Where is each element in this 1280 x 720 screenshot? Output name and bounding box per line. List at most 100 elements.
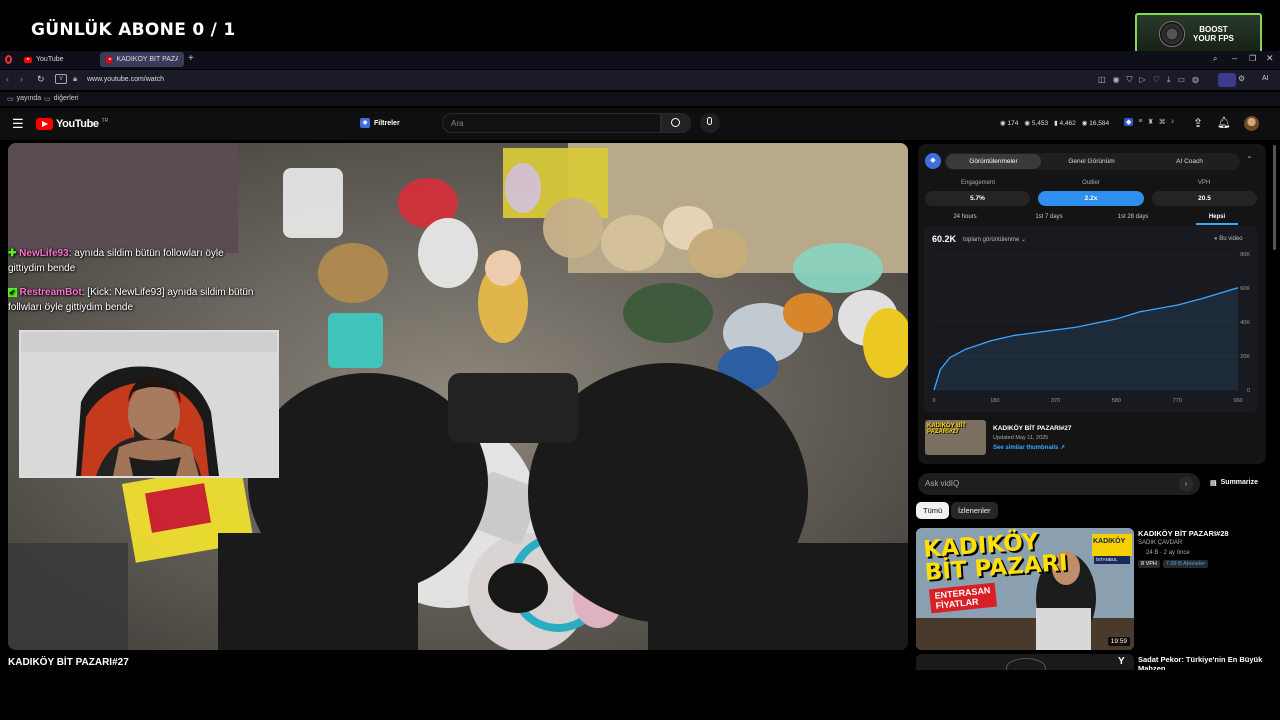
youtube-favicon-icon xyxy=(24,56,32,63)
bookmark-label: yayında xyxy=(16,95,42,102)
overlay-subscriber-goal: GÜNLÜK ABONE 0 / 1 xyxy=(31,20,236,40)
chat-username: RestreamBot xyxy=(19,287,82,298)
browser-search-icon[interactable]: ⌕ xyxy=(1213,54,1217,64)
boost-label: BOOST xyxy=(1199,25,1228,34)
shield-icon[interactable]: ⛉ xyxy=(1127,75,1133,85)
chat-message: ✔ RestreamBot: [Kick: NewLife93] aynıda … xyxy=(8,285,258,315)
y-tick-label: 60K xyxy=(1240,286,1250,292)
range-28d[interactable]: 1st 28 days xyxy=(1094,214,1172,220)
chip-watched[interactable]: İzlenenler xyxy=(951,502,998,519)
list-icon[interactable]: ≡ xyxy=(1138,118,1142,126)
search-input[interactable]: Ara xyxy=(442,113,661,133)
opera-icon[interactable] xyxy=(5,55,12,64)
tab-overview[interactable]: Genel Görünüm xyxy=(1044,154,1139,169)
arrow-right-icon[interactable]: › xyxy=(1179,477,1193,491)
stat-value: 5,453 xyxy=(1031,120,1049,127)
download-icon[interactable]: ⤓ xyxy=(1167,75,1171,85)
wallet-icon[interactable]: ▭ xyxy=(1177,75,1185,85)
stat-value: 16,584 xyxy=(1089,120,1110,127)
tag-icon[interactable]: ⌘ xyxy=(1159,118,1166,126)
new-tab-icon[interactable]: + xyxy=(188,53,198,65)
lock-icon: 🔒︎ xyxy=(73,74,78,83)
subscribers-count: 7.09 B Aboneler xyxy=(1165,561,1206,567)
close-window-icon[interactable]: ✕ xyxy=(1266,53,1274,64)
score-stat: ▮ 4,462 xyxy=(1054,120,1076,127)
address-bar: ‹ › ↻ V 🔒︎ www.youtube.com/watch ◫ ◉ ⛉ ▷ ♡ ⤓ ▭… xyxy=(0,70,1280,90)
recommendation-meta: 24 B · 2 ay önce xyxy=(1146,550,1190,556)
y-tick-label: 20K xyxy=(1240,354,1250,360)
scrollbar-thumb[interactable] xyxy=(1273,145,1276,250)
search-icon xyxy=(671,118,680,127)
outlier-value: 2.2x xyxy=(1038,191,1144,206)
bookmark-folder-digerleri[interactable]: ▭ diğerleri xyxy=(44,95,79,103)
chat-username: NewLife93 xyxy=(19,248,69,259)
webcam-feed xyxy=(21,332,277,476)
profile-icon[interactable]: ◍ xyxy=(1192,75,1199,85)
video-title: KADIKÖY BİT PAZARI#27 xyxy=(8,657,129,668)
summarize-button[interactable]: ▤ Summarize xyxy=(1210,479,1258,487)
vpn-icon[interactable]: V xyxy=(55,74,67,84)
similar-thumbnails-link[interactable]: See similar thumbnails ↗ xyxy=(993,444,1065,451)
youtube-logo-icon xyxy=(36,118,53,130)
tab-views[interactable]: Görüntülenmeler xyxy=(946,154,1041,169)
recommendation-title[interactable]: KADIKÖY BİT PAZARI#28 xyxy=(1138,529,1229,538)
tab-ai-coach[interactable]: AI Coach xyxy=(1142,154,1237,169)
back-icon[interactable]: ‹ xyxy=(6,74,9,84)
metric-label: Engagement xyxy=(960,180,996,186)
menu-icon[interactable]: ☰ xyxy=(12,116,24,132)
thumbnail-caption: KADIKÖY BİT PAZARI#27 xyxy=(927,423,966,435)
extension-active-icon[interactable] xyxy=(1218,73,1236,87)
recommendation-thumbnail[interactable] xyxy=(916,654,1134,670)
maximize-icon[interactable]: ❐ xyxy=(1249,54,1256,63)
play-icon[interactable]: ▷ xyxy=(1140,75,1146,85)
chart-legend: ● Bu video xyxy=(1214,236,1243,242)
range-7d[interactable]: 1st 7 days xyxy=(1010,214,1088,220)
vph-badge: 8 VPH xyxy=(1138,560,1160,568)
reload-icon[interactable]: ↻ xyxy=(37,74,45,85)
tab-youtube[interactable]: YouTube xyxy=(18,52,70,67)
recommendation-title[interactable]: Sadat Pekor: Türkiye'nin En Büyük Mahzen xyxy=(1138,655,1263,670)
filters-button[interactable]: ◆ Filtreler xyxy=(360,118,400,128)
url-text[interactable]: www.youtube.com/watch xyxy=(87,76,164,83)
y-tick-label: 0 xyxy=(1247,388,1250,394)
youtube-logo[interactable]: YouTube TR xyxy=(36,118,108,130)
tab-video[interactable]: KADIKÖY BİT PAZARI... xyxy=(100,52,184,67)
thumbnail-sign: KADIKÖY xyxy=(1093,538,1126,545)
forward-icon[interactable]: › xyxy=(20,74,23,84)
recommendation-channel[interactable]: SADIK ÇAVDAR xyxy=(1138,540,1182,546)
settings-icon[interactable]: ⚙ xyxy=(1238,74,1245,83)
trophy-icon[interactable]: ♜ xyxy=(1147,118,1153,126)
stat-value: 174 xyxy=(1007,120,1019,127)
chip-all[interactable]: Tümü xyxy=(916,502,950,519)
vidiq-logo-icon: ◆ xyxy=(925,153,941,169)
current-video-thumbnail[interactable]: KADIKÖY BİT PAZARI#27 xyxy=(925,420,986,455)
collapse-icon[interactable]: ⌃ xyxy=(1246,155,1253,164)
minimize-icon[interactable]: – xyxy=(1232,53,1237,63)
logo-region: TR xyxy=(101,117,109,124)
fan-icon xyxy=(1159,21,1185,47)
avatar[interactable] xyxy=(1244,116,1259,131)
voice-search-button[interactable] xyxy=(700,113,720,133)
ask-vidiq-input[interactable]: Ask vidIQ › xyxy=(918,473,1200,495)
heart-icon[interactable]: ♡ xyxy=(1153,75,1160,85)
ai-button[interactable]: AI xyxy=(1262,75,1269,82)
range-all[interactable]: Hepsi xyxy=(1178,214,1256,220)
x-tick-label: 180 xyxy=(990,398,999,404)
bell-small-icon[interactable]: ♪ xyxy=(1171,118,1175,126)
recommendation-thumbnail[interactable]: KADIKÖY BİT PAZARI ENTERASAN FİYATLAR KA… xyxy=(916,528,1134,650)
webcam-overlay xyxy=(19,330,279,478)
vidiq-badge-icon[interactable]: ◆ xyxy=(1124,118,1134,126)
camera-icon[interactable]: ◉ xyxy=(1113,75,1120,85)
bookmark-folder-yayinda[interactable]: ▭ yayında xyxy=(7,95,41,103)
folder-icon: ▭ xyxy=(7,96,14,103)
extension-icon[interactable]: ◫ xyxy=(1098,75,1106,85)
vph-value: 20.5 xyxy=(1152,191,1257,206)
upload-icon[interactable]: ⇪ xyxy=(1193,116,1203,130)
summarize-icon: ▤ xyxy=(1210,480,1217,487)
x-tick-label: 770 xyxy=(1173,398,1182,404)
range-24h[interactable]: 24 hours xyxy=(926,214,1004,220)
boost-fps-banner[interactable]: BOOST YOUR FPS xyxy=(1135,13,1262,55)
bell-icon[interactable]: 🔔︎ xyxy=(1217,116,1231,129)
search-button[interactable] xyxy=(661,113,691,133)
video-duration: 19:59 xyxy=(1107,637,1130,646)
